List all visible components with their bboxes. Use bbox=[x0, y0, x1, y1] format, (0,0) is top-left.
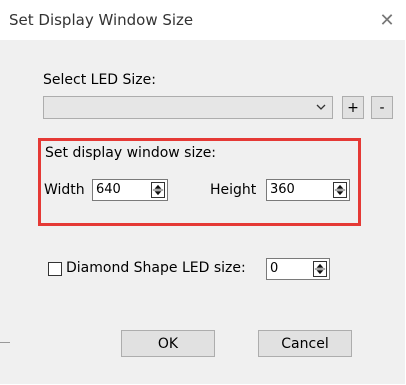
dialog-window: Set Display Window Size ✕ Select LED Siz… bbox=[0, 0, 405, 384]
width-label: Width bbox=[44, 182, 85, 198]
led-size-combobox[interactable] bbox=[43, 96, 333, 119]
remove-led-size-button[interactable]: - bbox=[371, 96, 393, 119]
ok-button[interactable]: OK bbox=[121, 330, 215, 357]
chevron-down-icon bbox=[316, 104, 326, 110]
close-icon: ✕ bbox=[379, 9, 395, 31]
add-led-size-label: + bbox=[347, 99, 359, 116]
width-spinbox[interactable]: 640 bbox=[92, 179, 168, 201]
add-led-size-button[interactable]: + bbox=[342, 96, 364, 119]
spin-arrows-icon[interactable] bbox=[151, 182, 165, 198]
diamond-shape-label: Diamond Shape LED size: bbox=[66, 260, 246, 276]
divider bbox=[0, 342, 10, 343]
height-value: 360 bbox=[270, 182, 295, 197]
spin-arrows-icon[interactable] bbox=[313, 261, 327, 277]
window-title: Set Display Window Size bbox=[9, 11, 194, 29]
cancel-button[interactable]: Cancel bbox=[258, 330, 352, 357]
ok-button-label: OK bbox=[157, 335, 179, 352]
diamond-size-spinbox[interactable]: 0 bbox=[266, 258, 330, 280]
height-spinbox[interactable]: 360 bbox=[266, 179, 350, 201]
close-button[interactable]: ✕ bbox=[373, 6, 401, 34]
remove-led-size-label: - bbox=[379, 99, 385, 116]
diamond-shape-checkbox[interactable] bbox=[48, 262, 62, 276]
height-label: Height bbox=[210, 182, 257, 198]
title-bar[interactable]: Set Display Window Size ✕ bbox=[0, 0, 405, 40]
diamond-size-value: 0 bbox=[270, 261, 279, 276]
spin-arrows-icon[interactable] bbox=[333, 182, 347, 198]
select-led-size-label: Select LED Size: bbox=[43, 72, 156, 88]
cancel-button-label: Cancel bbox=[281, 335, 329, 352]
width-value: 640 bbox=[96, 182, 121, 197]
